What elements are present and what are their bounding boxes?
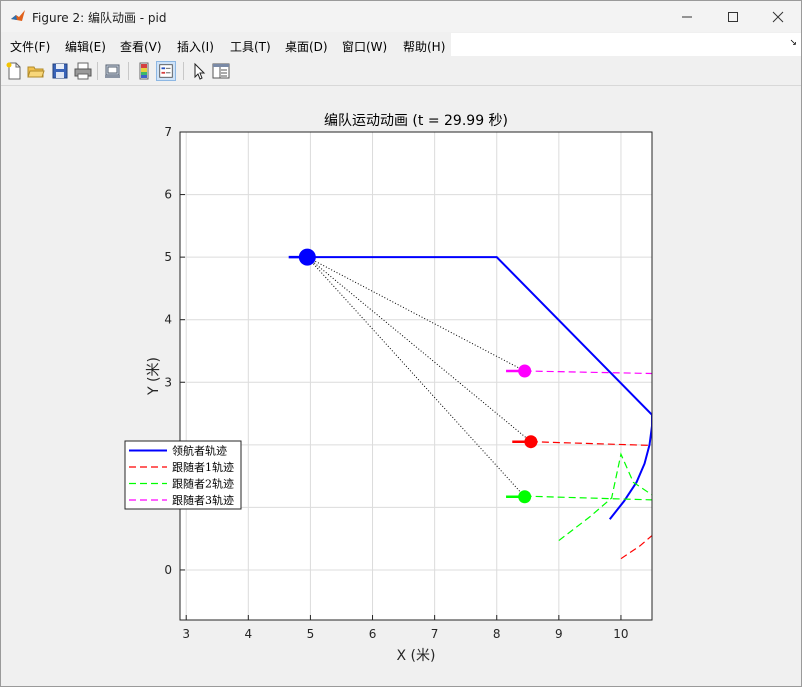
y-tick-label: 7: [164, 125, 172, 139]
x-tick-label: 8: [493, 627, 501, 641]
agent-marker-leader: [298, 248, 316, 266]
x-axis-label: X (米): [397, 648, 436, 664]
y-tick-label: 3: [164, 375, 172, 389]
agent-marker-follower1: [524, 435, 538, 449]
x-tick-label: 4: [244, 627, 252, 641]
figure-window: Figure 2: 编队动画 - pid 文件(F) 编辑(E) 查看(V) 插…: [0, 0, 802, 687]
x-tick-label: 3: [182, 627, 190, 641]
agent-marker-follower3: [518, 364, 532, 378]
x-tick-label: 5: [307, 627, 315, 641]
x-tick-label: 9: [555, 627, 563, 641]
y-tick-label: 4: [164, 313, 172, 327]
legend-label: 跟随者3轨迹: [172, 493, 234, 507]
plot-area: 3 4 5 6 7 8 9 10 0 3 4 5 6 7 编队运动动画 (t = 29.99 秒) X (米…: [124, 113, 653, 664]
x-tick-label: 7: [431, 627, 439, 641]
y-axis-label: Y (米): [146, 357, 162, 396]
x-tick-label: 10: [613, 627, 628, 641]
axes-background: [180, 132, 652, 620]
legend-label: 跟随者1轨迹: [172, 460, 234, 474]
legend-label: 跟随者2轨迹: [172, 477, 234, 491]
y-tick-label: 5: [164, 250, 172, 264]
y-tick-label: 6: [164, 188, 172, 202]
agent-marker-follower2: [518, 490, 532, 504]
chart-title: 编队运动动画 (t = 29.99 秒): [324, 113, 508, 129]
y-tick-label: 0: [164, 563, 172, 577]
x-tick-label: 6: [369, 627, 377, 641]
legend-label: 领航者轨迹: [172, 444, 227, 458]
